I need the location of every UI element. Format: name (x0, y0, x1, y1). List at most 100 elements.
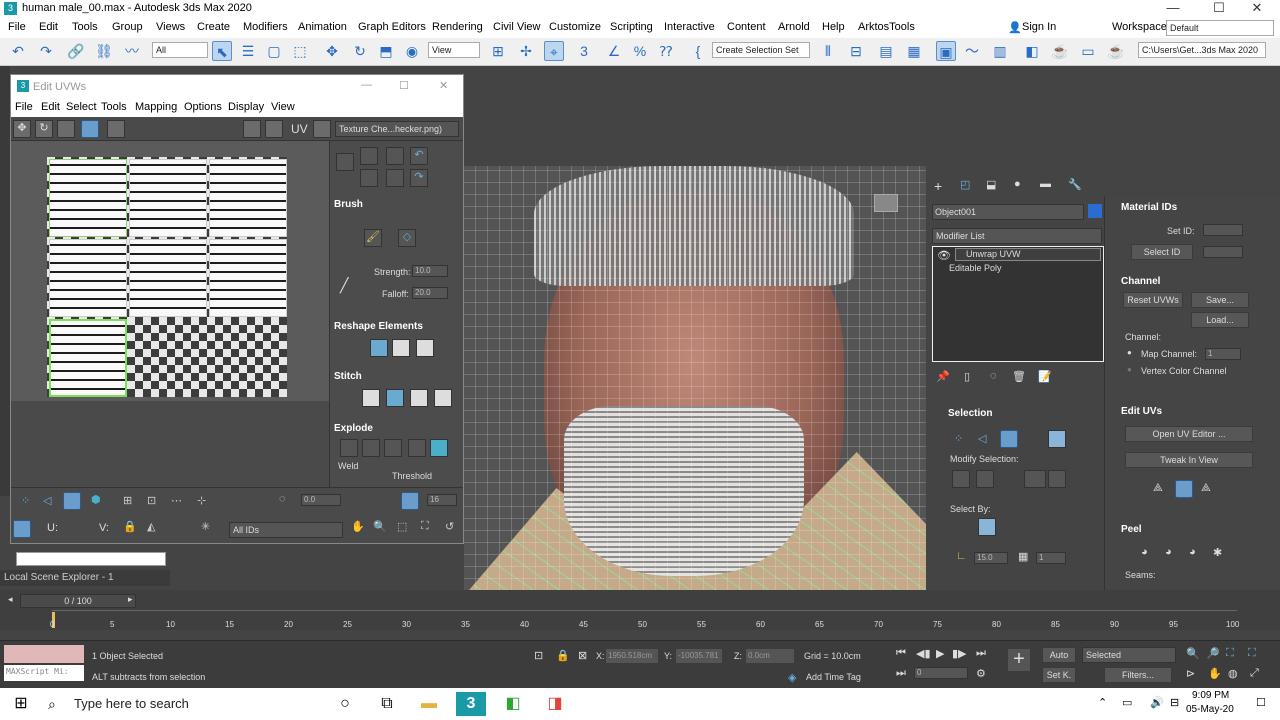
falloff-distance-spinner[interactable]: 0.0 (301, 494, 341, 506)
menu-modifiers[interactable]: Modifiers (243, 21, 288, 33)
menu-content[interactable]: Content (727, 21, 766, 33)
file-explorer-icon[interactable]: ▬ (414, 692, 444, 716)
peel-mode-icon[interactable]: ◕ (1165, 546, 1172, 558)
place-icon[interactable]: ◉ (402, 41, 422, 61)
snaps-toggle-icon[interactable]: 3 (574, 41, 594, 61)
x-coordinate-field[interactable]: 1950.518cm (606, 649, 658, 663)
menu-civil-view[interactable]: Civil View (493, 21, 540, 33)
uvw-menu-view[interactable]: View (271, 101, 295, 113)
render-setup-icon[interactable]: ◧ (1022, 41, 1042, 61)
stitch-target-icon[interactable] (362, 389, 380, 407)
show-end-result-icon[interactable]: ▯ (964, 370, 970, 383)
zoom-icon[interactable]: 🔍 (373, 520, 387, 533)
sign-in-dropdown[interactable]: Sign In (1022, 21, 1056, 33)
reshape-elements-header[interactable]: Reshape Elements (334, 321, 423, 332)
orbit-icon[interactable]: ◍ (1228, 667, 1238, 680)
language-icon[interactable]: ⊟ (1170, 696, 1179, 709)
viewcube-icon[interactable] (874, 194, 898, 212)
rotate-icon[interactable]: ↻ (350, 41, 370, 61)
select-by-element-icon[interactable] (978, 518, 996, 536)
loop-select-icon[interactable] (1024, 470, 1046, 488)
pin-stack-icon[interactable]: 📌 (936, 370, 950, 383)
tweak-face-icon[interactable]: ⟁ (1201, 482, 1211, 495)
play-icon[interactable]: ▶ (936, 647, 944, 660)
pin-icon[interactable]: ✱ (1213, 546, 1222, 559)
configure-modifier-icon[interactable]: 📝 (1038, 370, 1052, 383)
toggle-layer-explorer-icon[interactable]: ▤ (876, 41, 896, 61)
uv-rotate-icon[interactable]: ↻ (35, 120, 53, 138)
render-production-icon[interactable]: ▭ (1078, 41, 1098, 61)
weld-selected-icon[interactable] (430, 439, 448, 457)
save-button[interactable]: Save... (1191, 292, 1249, 308)
prev-frame-icon[interactable]: ◀▮ (916, 647, 931, 660)
lock-icon[interactable]: 🔒 (123, 520, 137, 533)
grow-icon[interactable] (952, 470, 970, 488)
time-slider-prev-icon[interactable]: ◂ (8, 594, 13, 605)
zoom-region-icon[interactable]: ⬚ (397, 520, 407, 533)
smooth-group-spinner[interactable]: 1 (1036, 552, 1066, 564)
menu-arktostools[interactable]: ArktosTools (858, 21, 915, 33)
utilities-tab-icon[interactable]: 🔧 (1068, 178, 1082, 191)
recorder-icon[interactable]: ◨ (540, 692, 570, 716)
named-selection-dropdown[interactable]: Create Selection Set (712, 42, 810, 58)
tweak-in-view-button[interactable]: Tweak In View (1125, 452, 1253, 468)
menu-edit[interactable]: Edit (39, 21, 58, 33)
task-view-icon[interactable]: ⧉ (372, 692, 402, 716)
edit-uvs-header[interactable]: Edit UVs (1121, 406, 1162, 417)
selection-header[interactable]: Selection (948, 408, 992, 419)
y-coordinate-field[interactable]: -10035.781 (676, 649, 722, 663)
select-id-button[interactable]: Select ID (1131, 244, 1193, 260)
time-config-icon[interactable]: ⚙ (976, 667, 986, 680)
edge-mode-icon[interactable]: ◁ (43, 494, 51, 507)
stack-item-editable-poly[interactable]: Editable Poly (949, 263, 1002, 273)
uv-editor-canvas[interactable] (11, 141, 329, 401)
pan-icon[interactable]: ✋ (351, 520, 365, 533)
uvw-maximize-button[interactable]: ☐ (399, 79, 409, 92)
space-icon[interactable] (386, 169, 404, 187)
curve-editor-icon[interactable]: ▣ (936, 41, 956, 61)
shrink-selection-icon[interactable]: ⊡ (147, 494, 156, 507)
clock-time[interactable]: 9:09 PM (1192, 690, 1229, 701)
snap-value-spinner[interactable]: 16 (427, 494, 457, 506)
rotate-cw-icon[interactable]: ↷ (410, 169, 428, 187)
freeze-icon[interactable]: ✳ (201, 520, 210, 533)
smooth-group-icon[interactable]: ▦ (1018, 550, 1028, 563)
menu-customize[interactable]: Customize (549, 21, 601, 33)
loop-icon[interactable]: ⋯ (171, 494, 182, 507)
texture-dropdown[interactable]: Texture Che...hecker.png) (335, 121, 459, 137)
network-icon[interactable]: ▭ (1122, 696, 1132, 709)
hierarchy-tab-icon[interactable]: ⬓ (986, 178, 996, 191)
uv-mirror-icon[interactable] (107, 120, 125, 138)
align-center-icon[interactable] (360, 169, 378, 187)
undo-view-icon[interactable]: ↺ (445, 520, 454, 533)
stitch-header[interactable]: Stitch (334, 371, 362, 382)
vertex-mode-icon[interactable]: ⁘ (21, 494, 30, 507)
straighten-icon[interactable] (370, 339, 388, 357)
time-tag-icon[interactable]: ◈ (788, 671, 796, 684)
material-editor-icon[interactable]: ▥ (990, 41, 1010, 61)
detach-icon[interactable] (362, 439, 380, 457)
element-select-icon[interactable] (1048, 430, 1066, 448)
ring-select-icon[interactable] (1048, 470, 1066, 488)
quick-peel-icon[interactable]: ◕ (1141, 546, 1148, 558)
menu-group[interactable]: Group (112, 21, 143, 33)
menu-interactive[interactable]: Interactive (664, 21, 715, 33)
menu-animation[interactable]: Animation (298, 21, 347, 33)
mirror-icon[interactable]: ⫴ (818, 41, 838, 61)
uvw-menu-mapping[interactable]: Mapping (135, 101, 177, 113)
volume-icon[interactable]: 🔊 (1150, 696, 1164, 709)
align-horizontal-icon[interactable] (386, 147, 404, 165)
flatten-icon[interactable] (384, 439, 402, 457)
vertex-color-radio[interactable]: ● (1127, 365, 1132, 374)
z-coordinate-field[interactable]: 0.0cm (746, 649, 794, 663)
uvw-close-button[interactable]: ✕ (439, 79, 448, 92)
ring-icon[interactable]: ⊹ (197, 494, 206, 507)
redo-icon[interactable]: ↷ (36, 41, 56, 61)
uvw-menu-edit[interactable]: Edit (41, 101, 60, 113)
set-key-button[interactable]: Set K. (1042, 667, 1076, 683)
reset-peel-icon[interactable]: ◕ (1189, 546, 1196, 558)
modifier-list-dropdown[interactable]: Modifier List (932, 228, 1102, 244)
strength-spinner[interactable]: 10.0 (412, 265, 448, 277)
zoom-extents-icon[interactable]: ⛶ (421, 520, 429, 533)
set-id-spinner[interactable] (1203, 224, 1243, 236)
